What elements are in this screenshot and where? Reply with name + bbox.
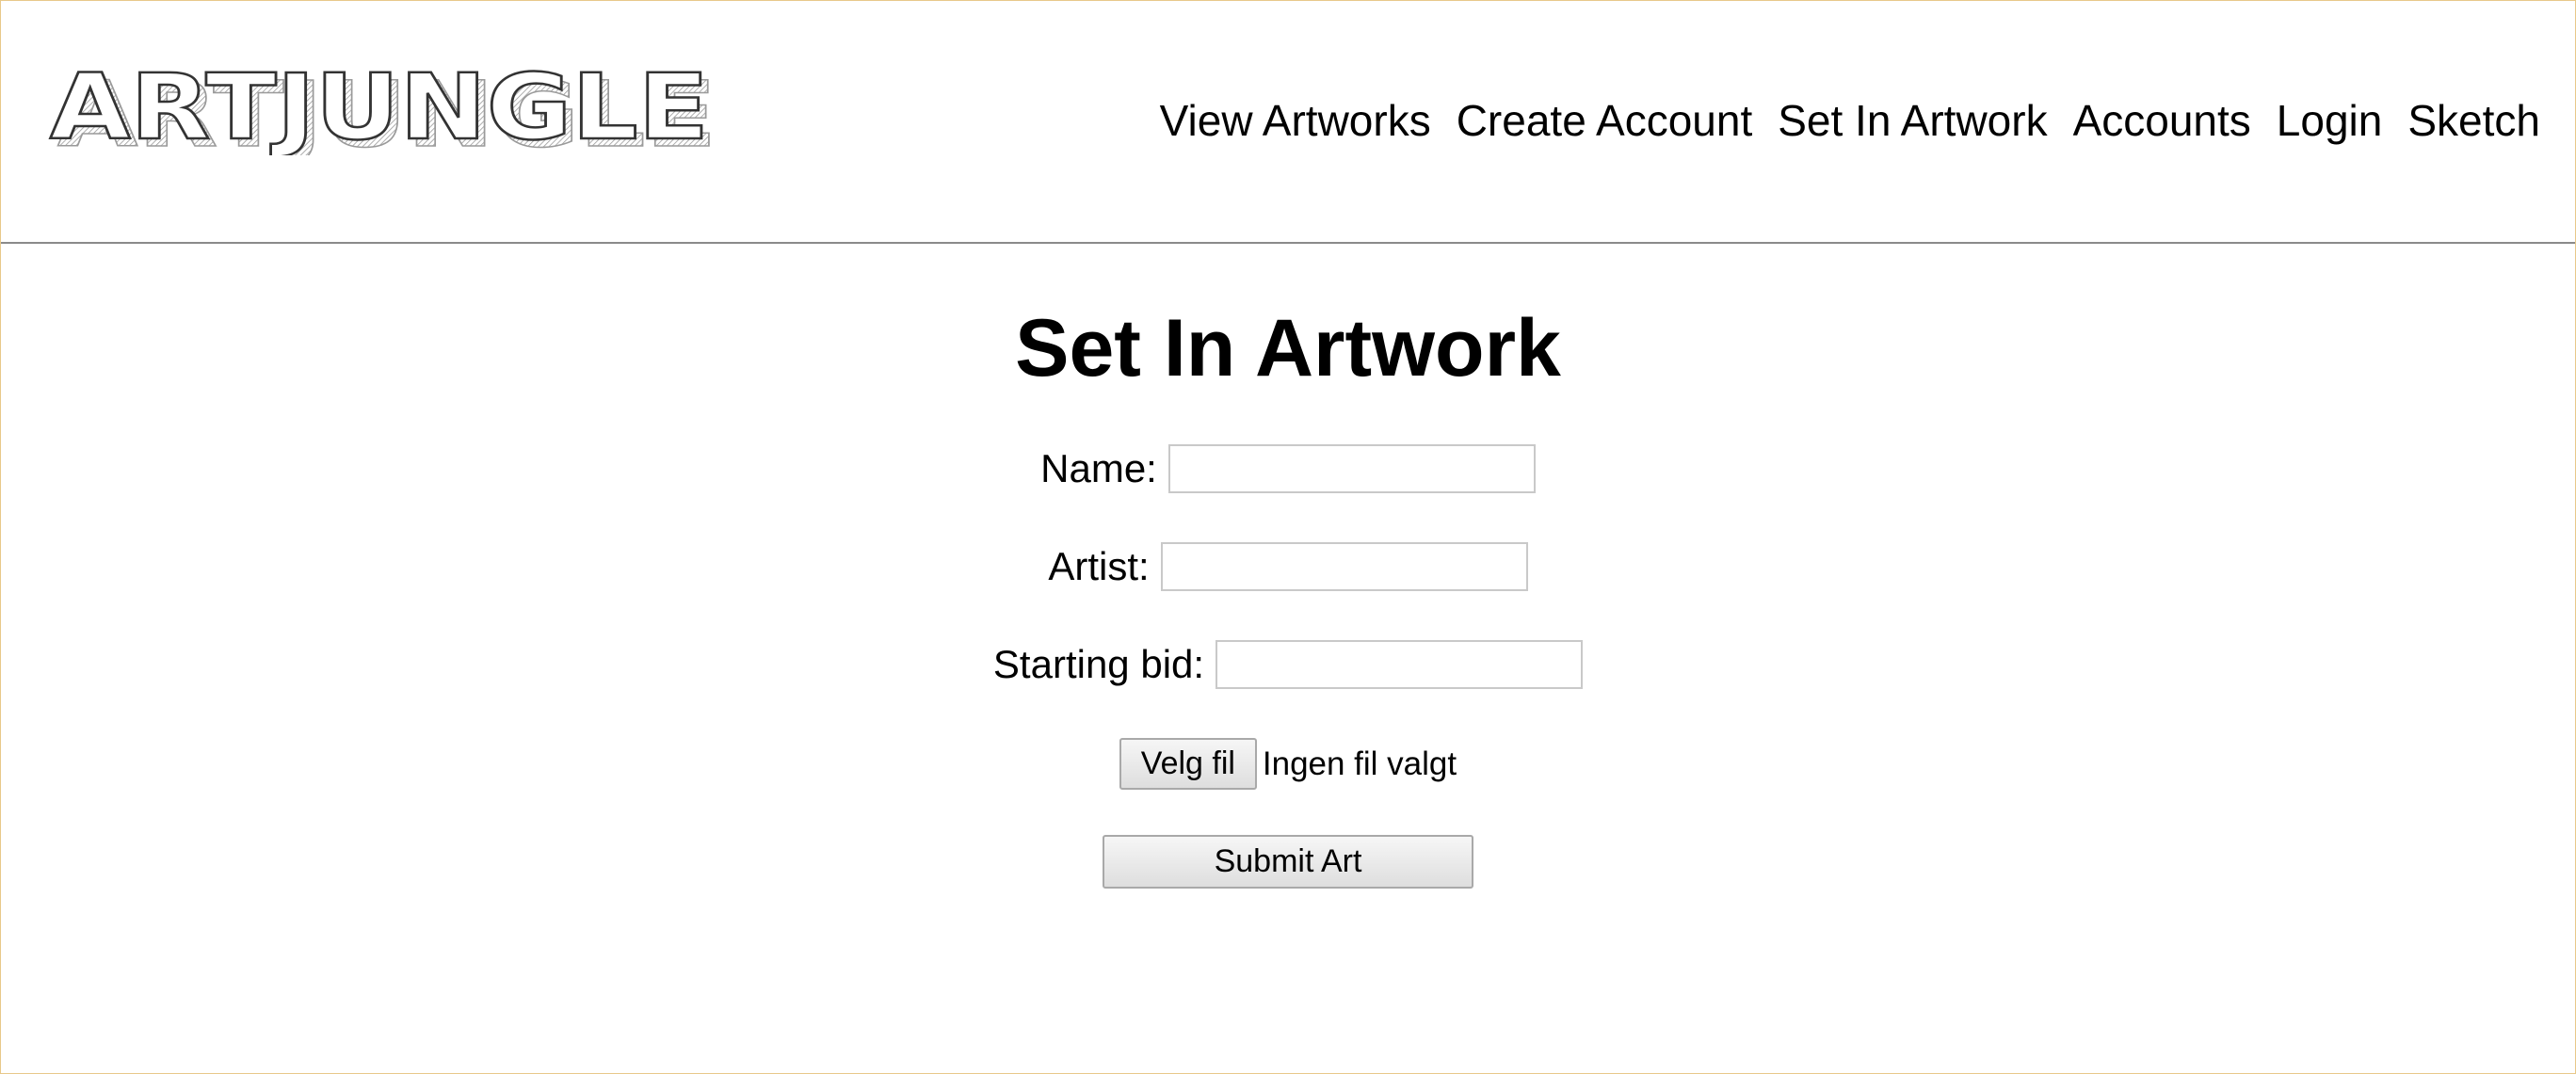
nav-create-account[interactable]: Create Account: [1457, 95, 1753, 146]
nav-sketch[interactable]: Sketch: [2407, 95, 2540, 146]
site-header: ARTJUNGLE ARTJUNGLE View Artworks Create…: [1, 1, 2575, 244]
submit-row: Submit Art: [0, 835, 2576, 889]
nav-accounts[interactable]: Accounts: [2073, 95, 2251, 146]
artist-label: Artist:: [1048, 544, 1150, 588]
nav-set-in-artwork[interactable]: Set In Artwork: [1778, 95, 2047, 146]
artist-row: Artist:: [0, 542, 2576, 591]
artist-input[interactable]: [1160, 542, 1528, 591]
main-nav: View Artworks Create Account Set In Artw…: [1160, 95, 2540, 146]
artjungle-logo[interactable]: ARTJUNGLE ARTJUNGLE: [48, 61, 726, 155]
name-row: Name:: [0, 444, 2576, 493]
submit-art-button[interactable]: Submit Art: [1103, 835, 1473, 889]
starting-bid-label: Starting bid:: [992, 642, 1205, 686]
file-row: Velg fil Ingen fil valgt: [0, 738, 2576, 790]
nav-view-artworks[interactable]: View Artworks: [1160, 95, 1431, 146]
logo-text: ARTJUNGLE: [50, 61, 709, 155]
page-title: Set In Artwork: [1015, 303, 1561, 393]
name-label: Name:: [1040, 446, 1157, 490]
name-input[interactable]: [1167, 444, 1536, 493]
starting-bid-row: Starting bid:: [0, 640, 2576, 689]
choose-file-button[interactable]: Velg fil: [1119, 738, 1257, 790]
file-status-text: Ingen fil valgt: [1262, 745, 1457, 782]
starting-bid-input[interactable]: [1216, 640, 1584, 689]
nav-login[interactable]: Login: [2277, 95, 2383, 146]
